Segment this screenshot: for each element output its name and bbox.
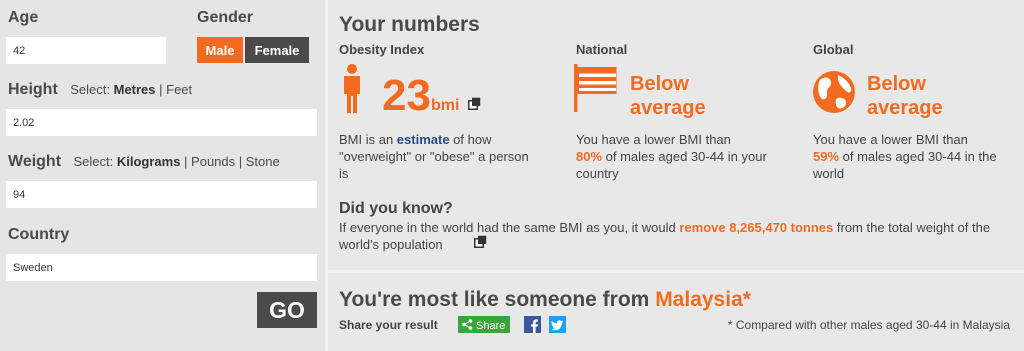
bmi-unit: bmi	[430, 97, 460, 114]
national-status: Below average	[630, 72, 706, 120]
national-heading: National	[576, 42, 628, 57]
gender-female-button[interactable]: Female	[245, 37, 309, 63]
twitter-icon[interactable]	[549, 316, 566, 333]
weight-removed-highlight: remove 8,265,470 tonnes	[679, 220, 834, 235]
bmi-result: 23bmi	[382, 72, 459, 120]
height-unit-selector: Select: Metres | Feet	[70, 82, 193, 97]
height-select-prefix: Select:	[70, 82, 110, 97]
weight-label: Weight	[8, 153, 62, 170]
results-panel: Your numbers Obesity Index 23bmi BMI is …	[328, 0, 1024, 351]
age-input[interactable]	[6, 37, 166, 64]
global-desc-text: You have a lower BMI than	[813, 132, 968, 147]
national-status-line2: average	[630, 97, 706, 119]
results-title: Your numbers	[339, 13, 480, 36]
go-button[interactable]: GO	[257, 292, 317, 328]
height-input[interactable]	[6, 109, 317, 136]
most-like-heading: You're most like someone from Malaysia*	[339, 288, 751, 312]
unit-stone-link[interactable]: Stone	[246, 154, 280, 169]
country-label: Country	[8, 226, 70, 243]
global-heading: Global	[813, 42, 854, 57]
bmi-description: BMI is an estimate of how "overweight" o…	[339, 131, 529, 182]
did-you-know-text: If everyone in the world had the same BM…	[339, 219, 1019, 253]
global-percent: 59%	[813, 149, 840, 164]
popup-icon[interactable]	[468, 97, 481, 110]
bmi-value: 23	[382, 71, 431, 120]
weight-unit-selector: Select: Kilograms | Pounds | Stone	[73, 154, 280, 169]
global-status-line2: average	[867, 97, 943, 119]
national-description: You have a lower BMI than 80% of males a…	[576, 131, 776, 182]
share-button[interactable]: Share	[458, 316, 511, 333]
share-label: Share your result	[339, 318, 438, 332]
global-status-line1: Below	[867, 73, 926, 95]
national-status-line1: Below	[630, 73, 689, 95]
flag-icon	[574, 64, 617, 112]
estimate-link[interactable]: estimate	[397, 132, 450, 147]
share-button-label: Share	[476, 319, 506, 332]
facebook-icon[interactable]	[524, 316, 541, 333]
age-label: Age	[8, 9, 39, 26]
gender-male-button[interactable]: Male	[197, 37, 243, 63]
national-percent: 80%	[576, 149, 603, 164]
obesity-heading: Obesity Index	[339, 42, 425, 57]
unit-pounds-link[interactable]: Pounds	[191, 154, 235, 169]
unit-metres-link[interactable]: Metres	[114, 82, 156, 97]
unit-feet-link[interactable]: Feet	[166, 82, 192, 97]
popup-icon[interactable]	[474, 235, 487, 248]
global-description: You have a lower BMI than 59% of males a…	[813, 131, 1013, 182]
weight-label-row: Weight Select: Kilograms | Pounds | Ston…	[8, 153, 280, 171]
did-you-know-heading: Did you know?	[339, 200, 453, 217]
gender-label: Gender	[197, 9, 254, 26]
national-desc-text-2: of males aged 30-44 in your country	[576, 149, 767, 181]
unit-kilograms-link[interactable]: Kilograms	[117, 154, 181, 169]
country-input[interactable]	[6, 254, 317, 281]
globe-icon	[813, 71, 855, 113]
most-like-country: Malaysia*	[655, 288, 751, 311]
share-icon	[462, 318, 473, 330]
height-label: Height	[8, 81, 58, 98]
most-like-prefix: You're most like someone from	[339, 288, 656, 311]
weight-input[interactable]	[6, 181, 317, 208]
bmi-form-panel: Age Gender Male Female Height Select: Me…	[0, 0, 325, 351]
weight-select-prefix: Select:	[73, 154, 114, 169]
bmi-desc-text: BMI is an	[339, 132, 397, 147]
height-label-row: Height Select: Metres | Feet	[8, 81, 192, 99]
did-you-know-text-1: If everyone in the world had the same BM…	[339, 220, 680, 235]
person-icon	[344, 64, 360, 113]
global-desc-text-2: of males aged 30-44 in the world	[813, 149, 997, 181]
national-desc-text: You have a lower BMI than	[576, 132, 731, 147]
section-divider	[328, 270, 1024, 273]
comparison-footnote: * Compared with other males aged 30-44 i…	[727, 318, 1010, 332]
global-status: Below average	[867, 72, 943, 120]
